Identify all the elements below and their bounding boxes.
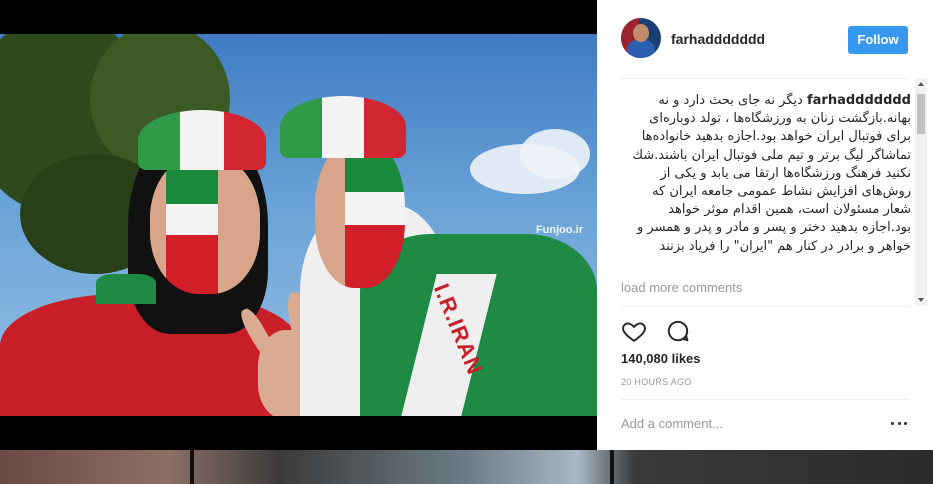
background-feed <box>0 450 933 484</box>
likes-count[interactable]: 140,080 likes <box>621 351 701 366</box>
speech-bubble-icon[interactable] <box>665 318 691 344</box>
username-link[interactable]: farhaddddddd <box>671 31 765 47</box>
avatar[interactable] <box>621 18 661 58</box>
divider <box>621 78 909 79</box>
heart-icon[interactable] <box>621 318 647 344</box>
divider <box>621 306 909 307</box>
photo-watermark: Funjoo.ir <box>535 224 583 236</box>
comment-input[interactable] <box>621 412 871 434</box>
more-options-icon[interactable] <box>891 412 907 434</box>
post-actions <box>621 318 705 344</box>
post-sidebar: farhaddddddd Follow farhaddddddd دیگر نه… <box>597 0 933 450</box>
load-more-comments[interactable]: load more comments <box>621 280 742 295</box>
post-media: I.R.IRAN Funjoo.ir <box>0 0 597 450</box>
post-caption: farhaddddddd دیگر نه جای بحث دارد و نه ب… <box>621 92 911 256</box>
scrollbar-thumb[interactable] <box>917 94 925 134</box>
caption-username[interactable]: farhaddddddd <box>807 93 911 108</box>
scroll-up-icon[interactable] <box>918 82 924 86</box>
post-timestamp[interactable]: 20 HOURS AGO <box>621 377 692 387</box>
divider <box>621 399 909 400</box>
follow-button[interactable]: Follow <box>848 26 908 54</box>
post-header: farhaddddddd Follow <box>597 0 933 78</box>
caption-text: دیگر نه جای بحث دارد و نه بهانه.بازگشت ز… <box>632 93 911 254</box>
post-photo: I.R.IRAN Funjoo.ir <box>0 34 597 416</box>
comments-scrollbar[interactable] <box>915 78 927 306</box>
scroll-down-icon[interactable] <box>918 298 924 302</box>
comments-list: farhaddddddd دیگر نه جای بحث دارد و نه ب… <box>621 92 911 304</box>
